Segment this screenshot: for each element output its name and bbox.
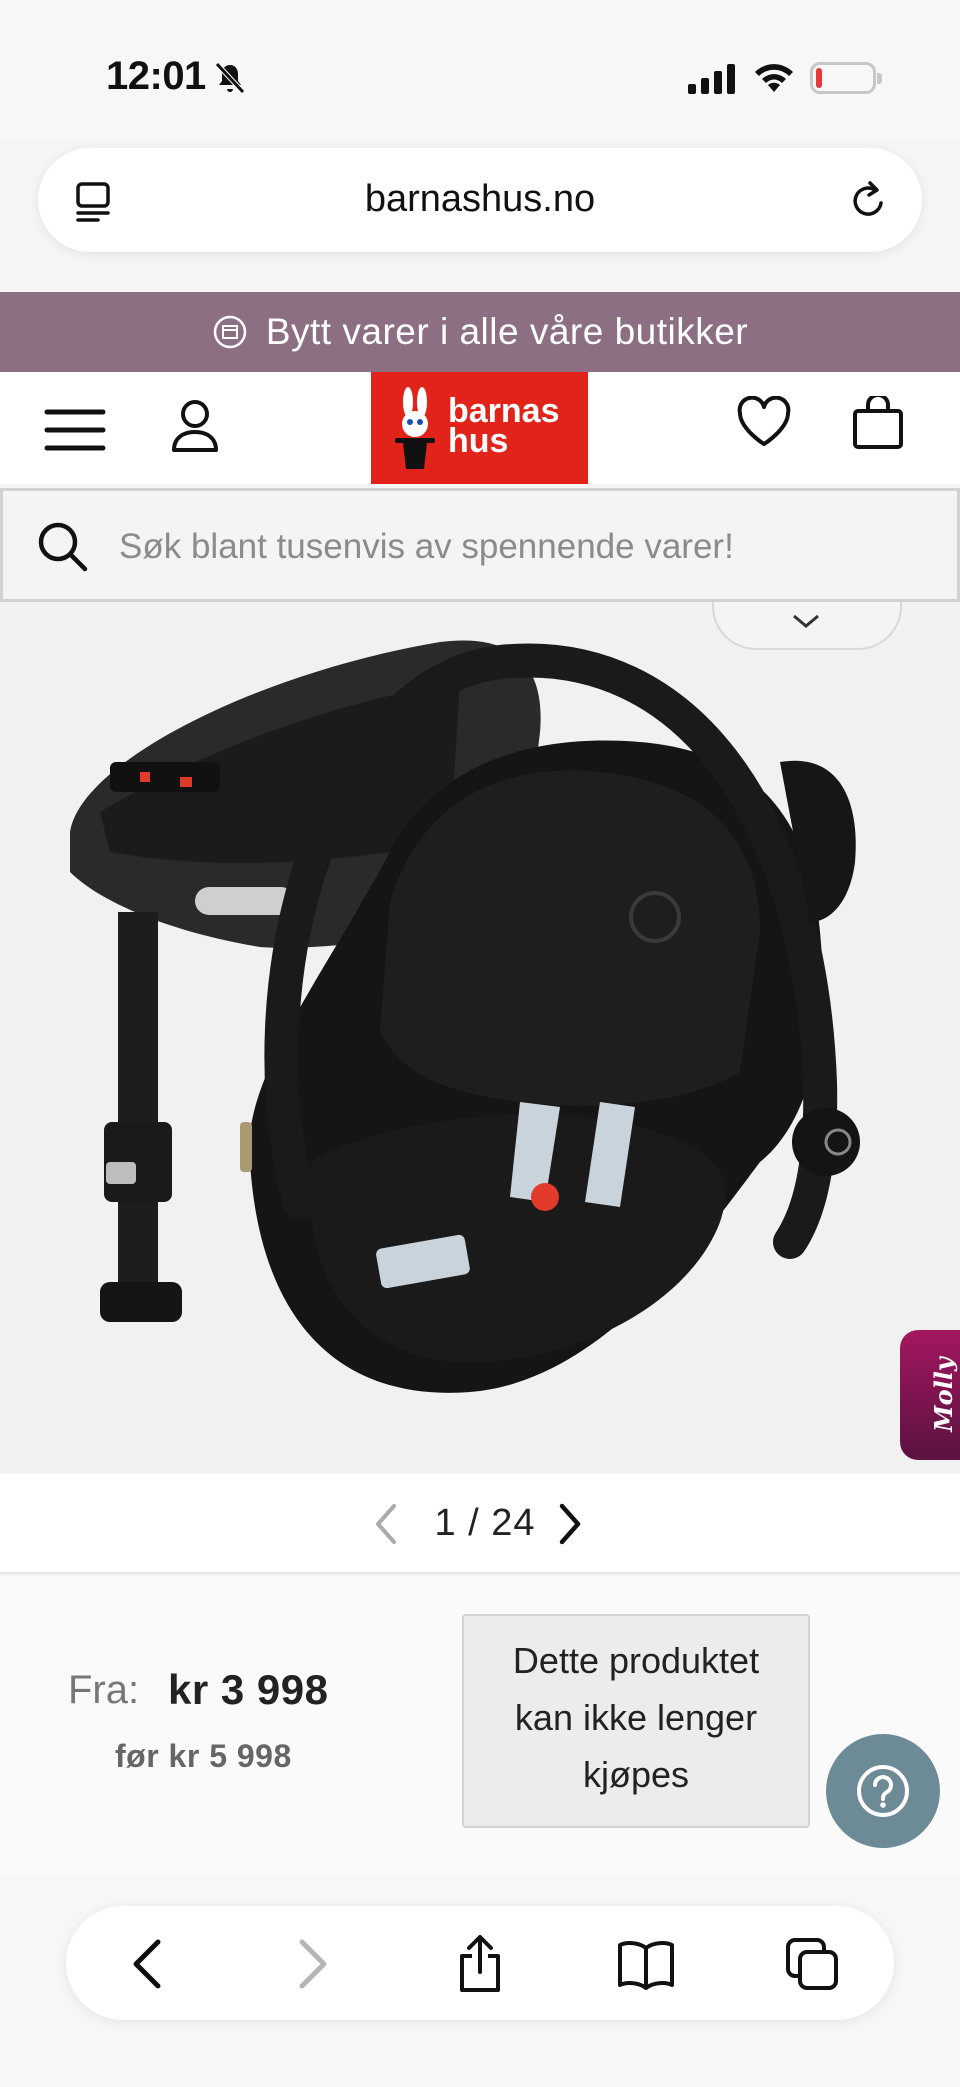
tabs-button[interactable] — [782, 1934, 842, 1994]
shopping-bag-icon[interactable] — [852, 396, 904, 450]
signal-icon — [688, 64, 735, 94]
help-button[interactable] — [826, 1734, 940, 1848]
product-image[interactable]: Molly — [0, 602, 960, 1474]
wifi-icon — [755, 64, 793, 92]
url-text[interactable]: barnashus.no — [38, 178, 922, 221]
browser-toolbar — [66, 1906, 894, 2020]
book-icon — [618, 1941, 674, 1990]
forward-button[interactable] — [282, 1934, 342, 1994]
search-icon — [38, 522, 88, 572]
before-price: før kr 5 998 — [115, 1738, 292, 1774]
exchange-icon — [213, 315, 247, 349]
browser-bottom-area — [0, 1876, 960, 2087]
reload-icon[interactable] — [848, 178, 890, 222]
current-price: kr 3 998 — [168, 1666, 329, 1713]
price-from-label: Fra: — [68, 1668, 140, 1712]
address-bar[interactable]: barnashus.no — [38, 148, 922, 252]
car-seat-illustration — [70, 640, 860, 1393]
bell-muted-icon — [215, 62, 245, 94]
question-icon — [857, 1765, 909, 1817]
status-time: 12:01 — [106, 54, 206, 98]
price-section: Fra: kr 3 998 før kr 5 998 Dette produkt… — [0, 1576, 960, 1876]
unavailable-notice: Dette produktet kan ikke lenger kjøpes — [462, 1614, 810, 1828]
gallery-pager: 1 / 24 — [0, 1474, 960, 1574]
bookmarks-button[interactable] — [616, 1934, 676, 1994]
chevron-right-icon[interactable] — [554, 1502, 584, 1546]
search-placeholder: Søk blant tusenvis av spennende varer! — [119, 527, 734, 566]
battery-level — [816, 68, 822, 88]
chevron-down-icon — [793, 614, 819, 628]
back-button[interactable] — [118, 1934, 178, 1994]
account-icon[interactable] — [170, 398, 220, 454]
unavailable-line-2: kan ikke lenger — [514, 1697, 758, 1738]
promo-text: Bytt varer i alle våre butikker — [265, 311, 749, 352]
unavailable-line-1: Dette produktet — [512, 1640, 760, 1681]
unavailable-line-3: kjøpes — [582, 1754, 690, 1795]
site-logo[interactable]: barnas hus — [371, 372, 588, 484]
molly-tab-label: Molly — [928, 1357, 958, 1432]
molly-side-tab[interactable]: Molly — [900, 1330, 960, 1460]
page: 12:01 barnashus.no Bytt varer i alle vår… — [0, 0, 960, 2087]
tabs-icon — [786, 1938, 838, 1990]
wishlist-heart-icon[interactable] — [736, 396, 792, 448]
bunny-hat-icon — [395, 387, 435, 469]
site-header: barnas hus — [0, 372, 960, 484]
search-input[interactable]: Søk blant tusenvis av spennende varer! — [0, 488, 960, 602]
status-bar: 12:01 — [0, 0, 960, 140]
share-button[interactable] — [450, 1934, 510, 1994]
variant-select-pill[interactable] — [712, 602, 902, 650]
back-arrow-icon — [133, 1939, 161, 1989]
chevron-left-icon[interactable] — [372, 1502, 402, 1546]
logo-text: barnas hus — [448, 394, 560, 460]
forward-arrow-icon — [299, 1939, 327, 1989]
pager-counter: 1 / 24 — [434, 1502, 536, 1544]
promo-banner: Bytt varer i alle våre butikker — [0, 292, 960, 372]
logo-line-2: hus — [448, 422, 509, 460]
hamburger-menu-icon[interactable] — [44, 406, 106, 454]
battery-icon — [810, 62, 882, 94]
share-icon — [460, 1935, 500, 1992]
